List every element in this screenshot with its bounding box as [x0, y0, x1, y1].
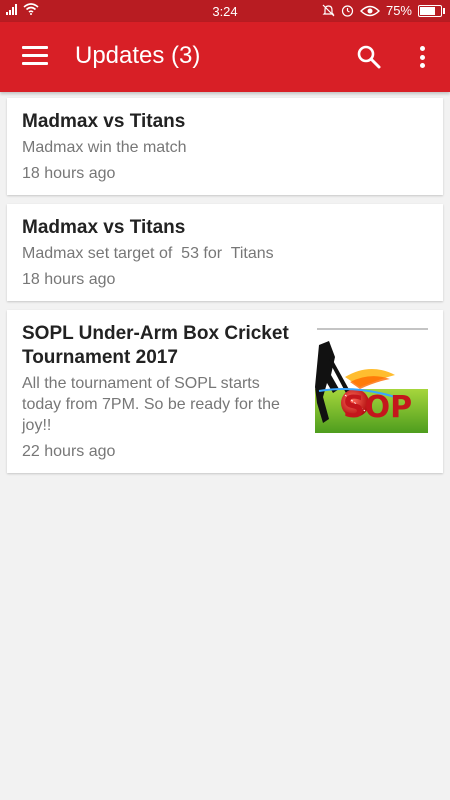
update-body: Madmax win the match: [22, 139, 187, 156]
update-time: 18 hours ago: [22, 271, 116, 288]
battery-icon: [418, 4, 445, 17]
search-icon[interactable]: [356, 44, 382, 70]
page-title: Updates (3): [75, 42, 201, 69]
update-title: Madmax vs Titans: [22, 217, 186, 238]
updates-list: Madmax vs Titans Madmax win the match 18…: [7, 98, 443, 482]
update-body: Madmax set target of 53 for Titans: [22, 245, 274, 262]
update-title: SOPL Under-Arm Box Cricket Tournament 20…: [22, 323, 289, 368]
menu-icon[interactable]: [22, 46, 48, 68]
status-bar: 3:24 75%: [0, 0, 450, 22]
cricket-logo-image: SOP: [315, 327, 428, 433]
battery-percent: 75%: [385, 3, 412, 18]
app-bar: Updates (3): [0, 22, 450, 92]
alarm-icon: [341, 5, 354, 17]
update-time: 18 hours ago: [22, 165, 116, 182]
update-body: All the tournament of SOPL starts today …: [22, 375, 285, 434]
bell-off-icon: [322, 4, 335, 17]
logo-text: SOP: [343, 390, 412, 425]
update-card[interactable]: Madmax vs Titans Madmax set target of 53…: [7, 204, 443, 301]
update-card[interactable]: Madmax vs Titans Madmax win the match 18…: [7, 98, 443, 195]
update-title: Madmax vs Titans: [22, 111, 186, 132]
more-vert-icon[interactable]: [414, 44, 430, 70]
update-time: 22 hours ago: [22, 443, 116, 460]
eye-icon: [359, 5, 380, 16]
update-card[interactable]: SOPL Under-Arm Box Cricket Tournament 20…: [7, 310, 443, 473]
